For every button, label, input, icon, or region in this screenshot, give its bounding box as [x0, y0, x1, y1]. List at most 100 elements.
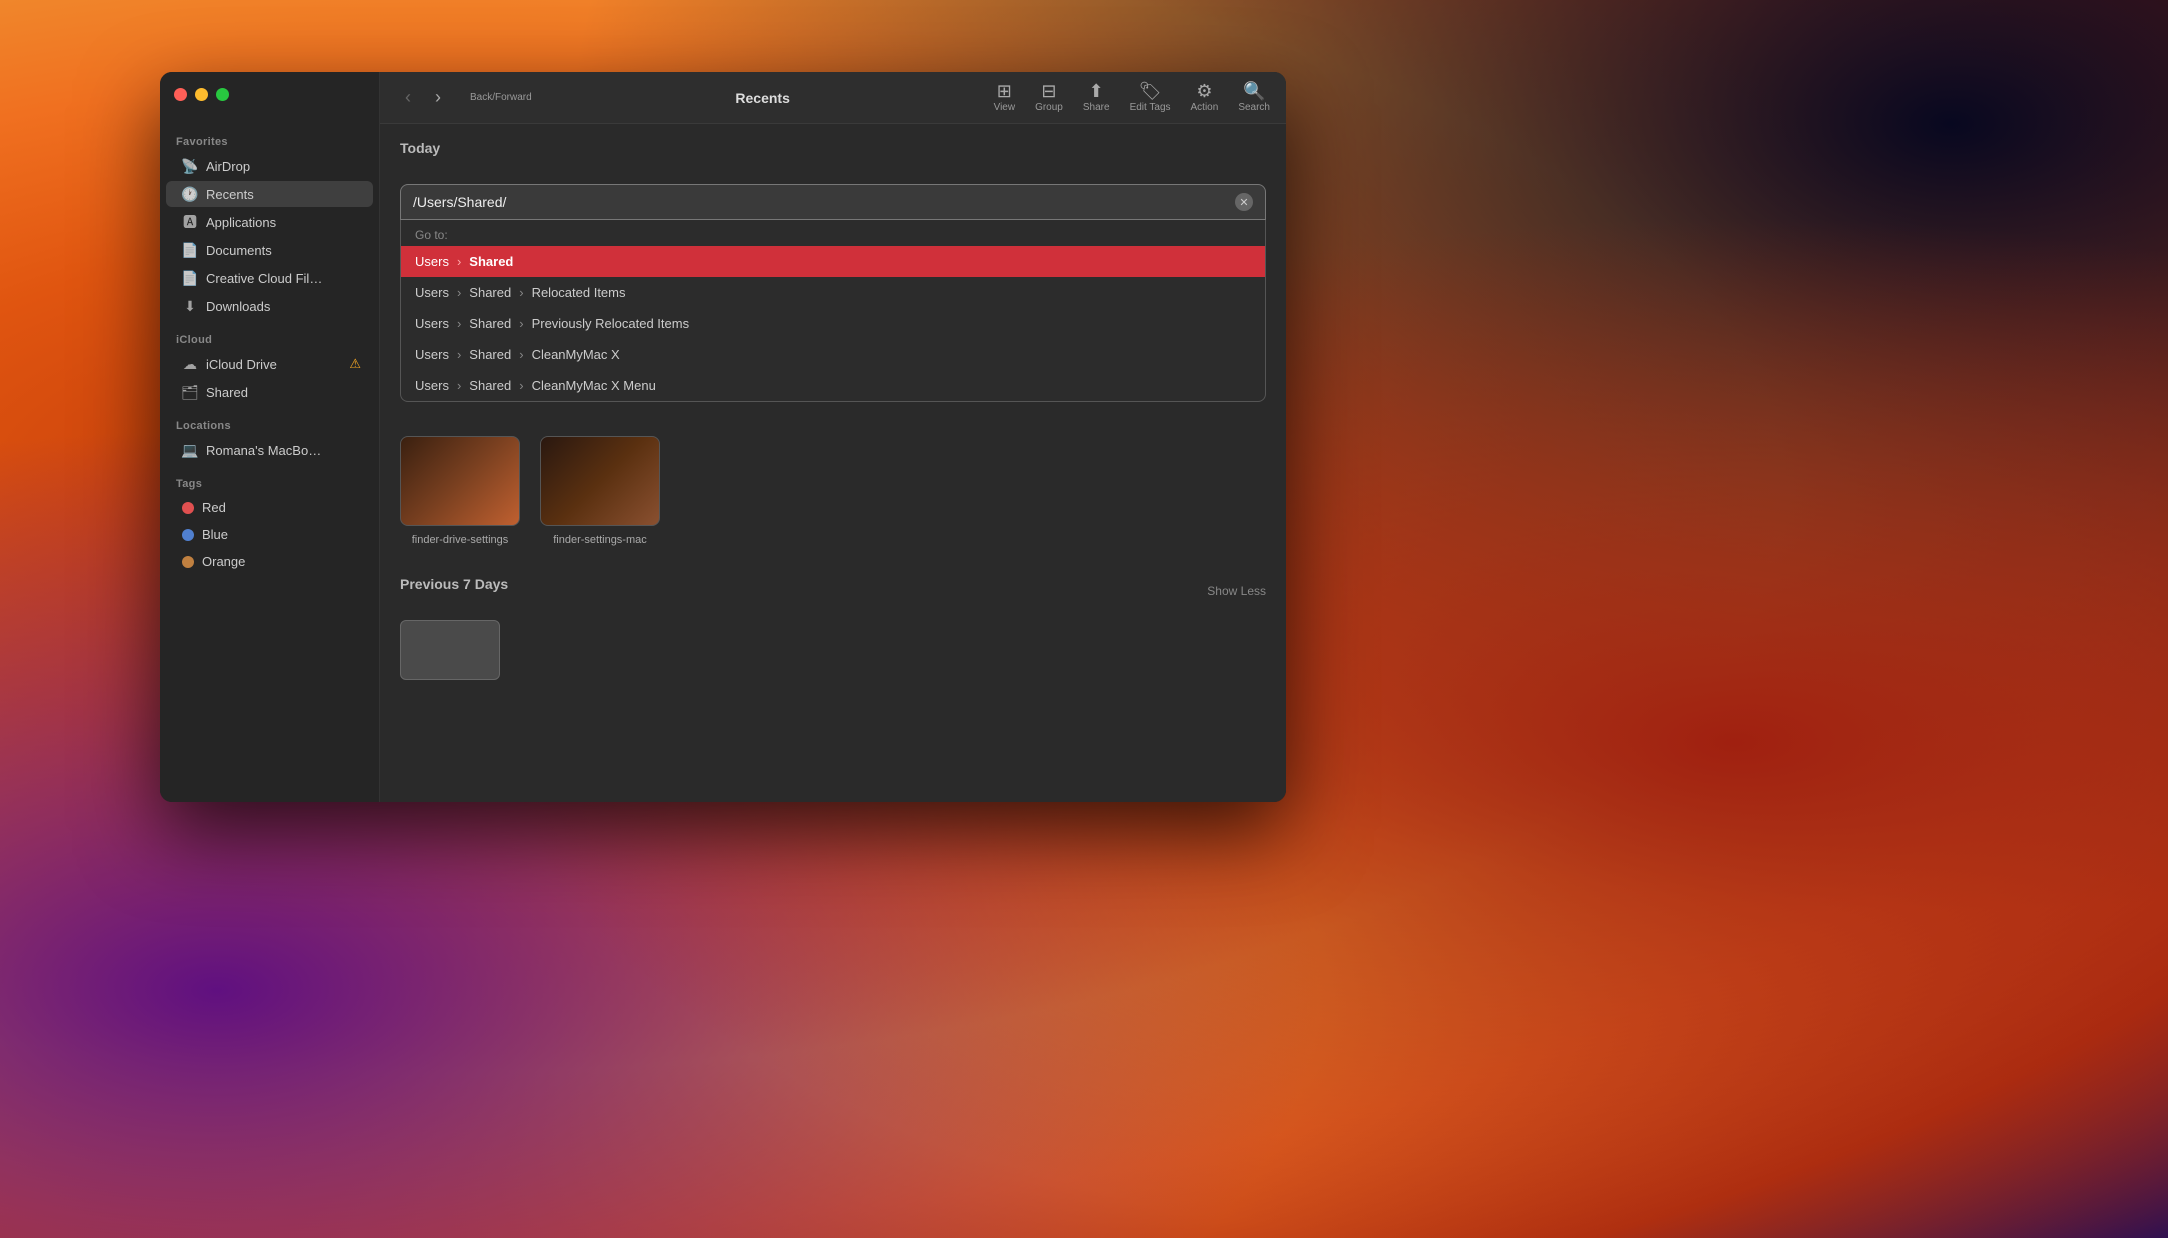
sidebar-item-applications[interactable]: 🅰 Applications — [166, 209, 373, 235]
tag-red-dot — [182, 502, 194, 514]
downloads-icon: ⬇ — [182, 298, 198, 314]
show-less-button[interactable]: Show Less — [1207, 584, 1266, 598]
nav-buttons: ‹ › — [396, 87, 450, 108]
sidebar-item-label: Downloads — [206, 299, 270, 314]
view-icon: ⊞ — [997, 82, 1012, 100]
sidebar-item-downloads[interactable]: ⬇ Downloads — [166, 293, 373, 319]
sidebar-tag-label: Orange — [202, 554, 245, 569]
finder-window: Favorites 📡 AirDrop 🕐 Recents 🅰 Applicat… — [160, 72, 1286, 802]
locations-label: Locations — [160, 406, 379, 436]
search-btn[interactable]: 🔍 Search — [1238, 82, 1270, 113]
sidebar-item-label: iCloud Drive — [206, 357, 277, 372]
sidebar-item-documents[interactable]: 📄 Documents — [166, 237, 373, 263]
icloud-label: iCloud — [160, 320, 379, 350]
sidebar-item-label: Creative Cloud Fil… — [206, 271, 322, 286]
group-btn[interactable]: ⊟ Group — [1035, 82, 1063, 113]
share-btn[interactable]: ⬆ Share — [1083, 82, 1110, 113]
goto-text: Shared — [469, 316, 511, 331]
goto-text: Shared — [469, 378, 511, 393]
partial-thumbnail — [400, 620, 500, 680]
goto-result-3[interactable]: Users › Shared › CleanMyMac X — [401, 339, 1265, 370]
goto-result-0[interactable]: Users › Shared — [401, 246, 1265, 277]
tag-blue-dot — [182, 529, 194, 541]
goto-part-shared: Shared — [469, 254, 513, 269]
goto-sep: › — [457, 378, 461, 393]
tag-orange-dot — [182, 556, 194, 568]
sidebar-item-icloud-drive[interactable]: ☁ iCloud Drive ⚠ — [166, 351, 373, 377]
goto-text: Relocated Items — [532, 285, 626, 300]
today-files-grid: finder-drive-settings finder-settings-ma… — [400, 436, 1266, 546]
view-btn[interactable]: ⊞ View — [994, 82, 1016, 113]
goto-label: Go to: — [401, 220, 1265, 246]
minimize-button[interactable] — [195, 88, 208, 101]
edit-tags-btn[interactable]: 🏷 Edit Tags — [1130, 82, 1171, 113]
previous-7-title: Previous 7 Days — [400, 576, 508, 592]
goto-sep: › — [519, 285, 523, 300]
action-icon: ⚙ — [1196, 82, 1212, 100]
goto-clear-button[interactable]: ✕ — [1235, 193, 1253, 211]
sidebar-item-shared[interactable]: 🗂 Shared — [166, 379, 373, 405]
goto-sep: › — [457, 285, 461, 300]
clear-icon: ✕ — [1239, 196, 1248, 209]
goto-input-field[interactable] — [413, 194, 1227, 210]
sidebar-item-label: Applications — [206, 215, 276, 230]
close-button[interactable] — [174, 88, 187, 101]
sidebar-item-macbook[interactable]: 💻 Romana's MacBo… — [166, 437, 373, 463]
goto-text: Shared — [469, 285, 511, 300]
goto-result-1[interactable]: Users › Shared › Relocated Items — [401, 277, 1265, 308]
file-name-0: finder-drive-settings — [412, 534, 509, 546]
sidebar-item-airdrop[interactable]: 📡 AirDrop — [166, 153, 373, 179]
icloud-drive-icon: ☁ — [182, 356, 198, 372]
tags-label: Tags — [160, 464, 379, 494]
edit-tags-icon: 🏷 — [1139, 82, 1162, 100]
maximize-button[interactable] — [216, 88, 229, 101]
window-title: Recents — [552, 90, 974, 106]
creative-cloud-icon: 📄 — [182, 270, 198, 286]
goto-text: CleanMyMac X — [532, 347, 620, 362]
sidebar-item-tag-red[interactable]: Red — [166, 495, 373, 520]
goto-text: Users — [415, 378, 449, 393]
sidebar-item-tag-blue[interactable]: Blue — [166, 522, 373, 547]
goto-result-4[interactable]: Users › Shared › CleanMyMac X Menu — [401, 370, 1265, 401]
sidebar-item-recents[interactable]: 🕐 Recents — [166, 181, 373, 207]
goto-text: Users — [415, 316, 449, 331]
share-icon: ⬆ — [1089, 82, 1104, 100]
sidebar: Favorites 📡 AirDrop 🕐 Recents 🅰 Applicat… — [160, 72, 380, 802]
traffic-lights — [174, 88, 229, 101]
forward-button[interactable]: › — [426, 87, 450, 108]
favorites-label: Favorites — [160, 122, 379, 152]
goto-sep: › — [519, 316, 523, 331]
sidebar-item-label: Shared — [206, 385, 248, 400]
sidebar-tag-label: Red — [202, 500, 226, 515]
goto-result-2[interactable]: Users › Shared › Previously Relocated It… — [401, 308, 1265, 339]
toolbar: ‹ › Back/Forward Recents ⊞ View ⊟ Group … — [380, 72, 1286, 124]
goto-sep: › — [457, 254, 461, 269]
goto-dialog: ✕ Go to: Users › Shared Users › Shared › — [400, 184, 1266, 402]
goto-sep: › — [457, 347, 461, 362]
file-thumbnail-1 — [540, 436, 660, 526]
file-item-0[interactable]: finder-drive-settings — [400, 436, 520, 546]
sidebar-item-label: Documents — [206, 243, 272, 258]
airdrop-icon: 📡 — [182, 158, 198, 174]
sidebar-item-creative-cloud[interactable]: 📄 Creative Cloud Fil… — [166, 265, 373, 291]
sidebar-item-label: Romana's MacBo… — [206, 443, 321, 458]
group-icon: ⊟ — [1041, 82, 1056, 100]
action-btn[interactable]: ⚙ Action — [1191, 82, 1219, 113]
recents-icon: 🕐 — [182, 186, 198, 202]
macbook-icon: 💻 — [182, 442, 198, 458]
goto-text: Users — [415, 285, 449, 300]
warning-icon: ⚠ — [349, 356, 361, 372]
content-area: Today ✕ Go to: Users › Shared — [380, 124, 1286, 802]
sidebar-item-label: AirDrop — [206, 159, 250, 174]
goto-input-row: ✕ — [400, 184, 1266, 220]
file-item-1[interactable]: finder-settings-mac — [540, 436, 660, 546]
file-name-1: finder-settings-mac — [553, 534, 647, 546]
goto-text: Users — [415, 347, 449, 362]
search-icon: 🔍 — [1243, 82, 1265, 100]
applications-icon: 🅰 — [182, 214, 198, 230]
back-button[interactable]: ‹ — [396, 87, 420, 108]
goto-text: CleanMyMac X Menu — [532, 378, 656, 393]
shared-icon: 🗂 — [182, 384, 198, 400]
goto-sep: › — [519, 378, 523, 393]
sidebar-item-tag-orange[interactable]: Orange — [166, 549, 373, 574]
